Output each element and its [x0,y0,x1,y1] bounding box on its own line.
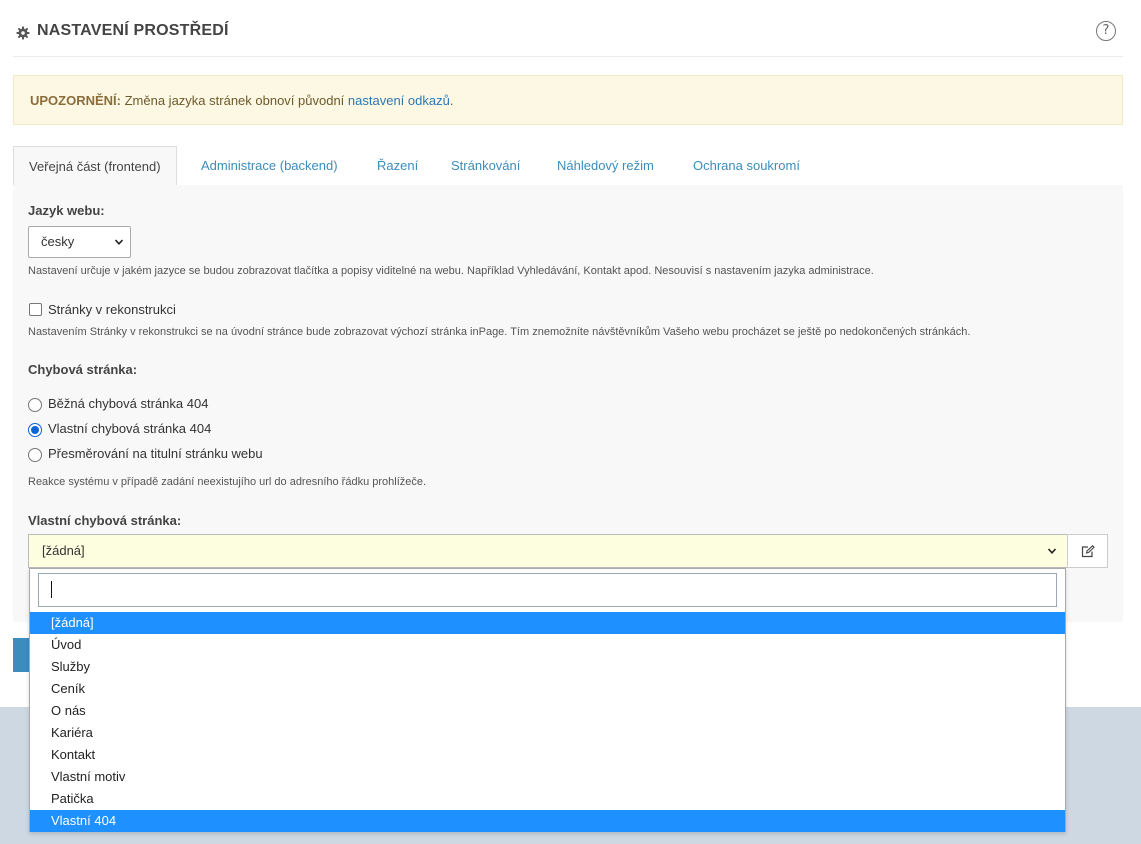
chevron-down-icon [1047,548,1057,554]
tab-backend[interactable]: Administrace (backend) [201,146,338,185]
settings-tabs: Veřejná část (frontend) Administrace (ba… [13,146,1123,186]
dropdown-option[interactable]: Služby [30,656,1065,678]
alert-label: UPOZORNĚNÍ: [30,93,121,108]
page-header: NASTAVENÍ PROSTŘEDÍ ? [13,0,1123,57]
gear-icon [16,26,30,40]
dropdown-option[interactable]: Úvod [30,634,1065,656]
language-select-value: česky [41,234,75,249]
dropdown-search-input[interactable] [38,573,1057,607]
edit-icon [1081,545,1095,558]
radio-custom-404[interactable] [28,423,42,437]
text-cursor [51,581,52,598]
chevron-down-icon [114,239,124,245]
maintenance-label: Stránky v rekonstrukci [48,302,176,317]
radio-redirect-home-label: Přesměrování na titulní stránku webu [48,446,263,461]
radio-custom-404-label: Vlastní chybová stránka 404 [48,421,212,436]
tab-frontend[interactable]: Veřejná část (frontend) [13,146,177,186]
alert-suffix: . [449,93,454,108]
dropdown-option[interactable]: [žádná] [30,612,1065,634]
error-page-label: Chybová stránka: [28,362,138,377]
dropdown-options: [žádná] Úvod Služby Ceník O nás Kariéra … [30,612,1065,832]
dropdown-option[interactable]: Ceník [30,678,1065,700]
frontend-settings-panel: Jazyk webu: česky Nastavení určuje v jak… [13,185,1123,622]
dropdown-option[interactable]: O nás [30,700,1065,722]
tab-preview-mode[interactable]: Náhledový režim [557,146,654,185]
dropdown-option[interactable]: Kariéra [30,722,1065,744]
dropdown-option[interactable]: Vlastní 404 [30,810,1065,832]
page-title: NASTAVENÍ PROSTŘEDÍ [37,22,229,39]
page-dropdown: [žádná] Úvod Služby Ceník O nás Kariéra … [29,568,1066,832]
dropdown-option[interactable]: Kontakt [30,744,1065,766]
help-icon[interactable]: ? [1096,21,1116,41]
warning-alert: UPOZORNĚNÍ: Změna jazyka stránek obnoví … [13,75,1123,125]
error-page-help: Reakce systému v případě zadání neexistu… [28,476,427,488]
language-select[interactable]: česky [28,226,131,258]
dropdown-option[interactable]: Patička [30,788,1065,810]
language-help: Nastavení určuje v jakém jazyce se budou… [28,265,874,277]
custom-error-page-value: [žádná] [42,543,85,558]
alert-link[interactable]: nastavení odkazů [348,93,450,108]
language-label: Jazyk webu: [28,203,105,218]
maintenance-help: Nastavením Stránky v rekonstrukci se na … [28,326,971,338]
radio-redirect-home[interactable] [28,448,42,462]
custom-error-page-select[interactable]: [žádná] [28,534,1068,568]
radio-standard-404[interactable] [28,398,42,412]
radio-standard-404-label: Běžná chybová stránka 404 [48,396,209,411]
custom-error-page-label: Vlastní chybová stránka: [28,513,182,528]
tab-pagination[interactable]: Stránkování [451,146,520,185]
dropdown-option[interactable]: Vlastní motiv [30,766,1065,788]
edit-page-button[interactable] [1067,534,1108,568]
maintenance-checkbox[interactable] [29,303,42,316]
tab-sorting[interactable]: Řazení [377,146,418,185]
alert-text: Změna jazyka stránek obnoví původní [121,93,348,108]
tab-privacy[interactable]: Ochrana soukromí [693,146,800,185]
